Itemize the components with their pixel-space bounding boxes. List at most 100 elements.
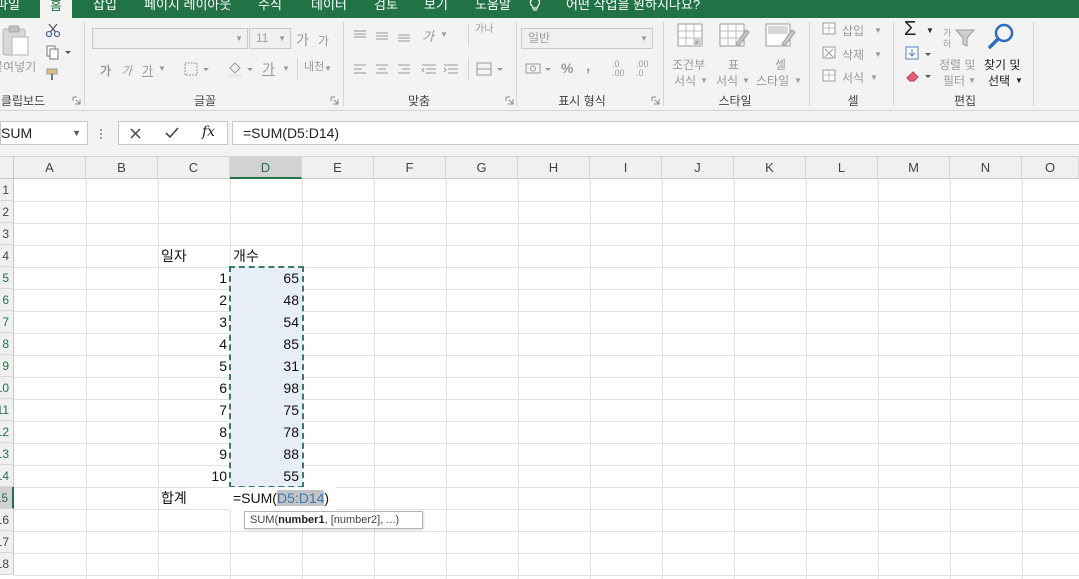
autosum-button[interactable]: Σ (904, 18, 916, 41)
row-header-12[interactable]: 12 (0, 421, 14, 443)
cell-c9[interactable]: 5 (158, 355, 230, 377)
shrink-font-button[interactable]: 가 (318, 32, 329, 49)
phonetic-button[interactable]: 내천 (304, 58, 324, 74)
wrap-text-button[interactable]: 가나 (475, 24, 493, 35)
decrease-decimal-button[interactable]: .00 .0 (636, 60, 649, 78)
delete-cells-dropdown[interactable]: ▼ (874, 50, 882, 59)
insert-cells-button[interactable]: 삽입 (842, 22, 864, 39)
format-painter-icon[interactable] (45, 66, 63, 82)
orientation-button[interactable]: 가 (422, 26, 434, 45)
paste-icon[interactable] (0, 24, 32, 58)
tab-page-layout[interactable]: 페이지 레이아웃 (144, 0, 231, 16)
column-header-o[interactable]: O (1022, 157, 1079, 179)
row-header-3[interactable]: 3 (0, 223, 14, 245)
row-header-13[interactable]: 13 (0, 443, 14, 465)
percent-style-button[interactable]: % (561, 60, 573, 76)
find-select-icon[interactable] (987, 22, 1017, 52)
cell-c14[interactable]: 10 (158, 465, 230, 487)
row-header-2[interactable]: 2 (0, 201, 14, 223)
column-header-g[interactable]: G (446, 157, 518, 179)
column-header-c[interactable]: C (158, 157, 230, 179)
column-header-e[interactable]: E (302, 157, 374, 179)
sort-filter-label-1[interactable]: 정렬 및 (939, 56, 975, 73)
font-color-button[interactable]: 가 (262, 59, 275, 79)
orientation-dropdown[interactable]: ▼ (440, 30, 448, 39)
column-header-l[interactable]: L (806, 157, 878, 179)
cell-c4[interactable]: 일자 (161, 245, 187, 267)
conditional-formatting-icon[interactable]: ≠ (676, 22, 706, 52)
cell-c7[interactable]: 3 (158, 311, 230, 333)
row-header-4[interactable]: 4 (0, 245, 14, 267)
cell-d10[interactable]: 98 (230, 377, 302, 399)
vertical-align-icons[interactable] (352, 28, 412, 44)
cell-styles-label-2[interactable]: 스타일 (756, 72, 789, 89)
tab-data[interactable]: 데이터 (311, 0, 347, 16)
borders-icon[interactable] (183, 61, 211, 77)
conditional-formatting-dropdown[interactable]: ▼ (700, 76, 708, 85)
fill-icon[interactable] (905, 46, 933, 62)
cell-styles-icon[interactable] (764, 22, 796, 52)
column-header-i[interactable]: I (590, 157, 662, 179)
delete-cells-button[interactable]: 삭제 (842, 46, 864, 63)
insert-cells-icon[interactable] (822, 22, 838, 36)
column-header-a[interactable]: A (14, 157, 86, 179)
cell-d11[interactable]: 75 (230, 399, 302, 421)
cell-c6[interactable]: 2 (158, 289, 230, 311)
fill-color-icon[interactable] (226, 60, 256, 78)
delete-cells-icon[interactable] (822, 46, 838, 60)
function-tooltip[interactable]: SUM(number1, [number2], ...) (244, 511, 423, 529)
row-header-16[interactable]: 16 (0, 509, 14, 531)
sort-filter-dropdown[interactable]: ▼ (968, 76, 976, 85)
tell-me-search[interactable]: 어떤 작업을 원하시나요? (566, 0, 700, 16)
cell-d7[interactable]: 54 (230, 311, 302, 333)
column-header-d[interactable]: D (230, 157, 302, 179)
tab-view[interactable]: 보기 (424, 0, 448, 16)
enter-check-icon[interactable] (164, 126, 180, 140)
cell-styles-label-1[interactable]: 셀 (775, 56, 786, 73)
dialog-launcher-icon[interactable] (505, 96, 514, 105)
cell-d8[interactable]: 85 (230, 333, 302, 355)
column-header-m[interactable]: M (878, 157, 950, 179)
cell-c11[interactable]: 7 (158, 399, 230, 421)
merge-center-icon[interactable] (475, 61, 505, 77)
format-as-table-label-2[interactable]: 서식 (716, 72, 738, 89)
underline-dropdown[interactable]: ▼ (158, 64, 166, 73)
tab-home[interactable]: 홈 (40, 0, 72, 18)
tab-help[interactable]: 도움말 (475, 0, 511, 16)
cell-d9[interactable]: 31 (230, 355, 302, 377)
copy-icon[interactable] (45, 44, 73, 60)
bold-button[interactable]: 가 (100, 62, 111, 79)
cell-d6[interactable]: 48 (230, 289, 302, 311)
font-name-dropdown[interactable]: ▼ (92, 28, 248, 49)
clear-icon[interactable] (905, 68, 933, 84)
formula-input[interactable]: =SUM(D5:D14) (232, 121, 1079, 145)
italic-button[interactable]: 가 (121, 62, 132, 79)
column-header-f[interactable]: F (374, 157, 446, 179)
tab-formulas[interactable]: 수식 (258, 0, 282, 16)
font-color-dropdown[interactable]: ▼ (282, 64, 290, 73)
row-header-18[interactable]: 18 (0, 553, 14, 575)
format-cells-icon[interactable] (822, 69, 838, 83)
cell-c5[interactable]: 1 (158, 267, 230, 289)
tab-file[interactable]: 파일 (0, 0, 20, 16)
cell-styles-dropdown[interactable]: ▼ (794, 76, 802, 85)
sort-filter-icon[interactable]: 가 하 (942, 26, 976, 50)
accounting-format-icon[interactable] (524, 61, 554, 77)
cell-d4[interactable]: 개수 (233, 245, 259, 267)
row-header-17[interactable]: 17 (0, 531, 14, 553)
row-header-5[interactable]: 5 (0, 267, 14, 289)
tab-review[interactable]: 검토 (374, 0, 398, 16)
column-header-k[interactable]: K (734, 157, 806, 179)
name-box-dropdown-icon[interactable]: ▼ (72, 122, 81, 144)
grow-font-button[interactable]: 가 (296, 30, 309, 50)
cell-c8[interactable]: 4 (158, 333, 230, 355)
cell-d14[interactable]: 55 (230, 465, 302, 487)
row-header-8[interactable]: 8 (0, 333, 14, 355)
column-header-h[interactable]: H (518, 157, 590, 179)
format-cells-dropdown[interactable]: ▼ (870, 73, 878, 82)
column-header-n[interactable]: N (950, 157, 1022, 179)
row-header-15[interactable]: 15 (0, 487, 14, 509)
row-header-1[interactable]: 1 (0, 179, 14, 201)
select-all-corner[interactable] (0, 157, 14, 179)
cell-d13[interactable]: 88 (230, 443, 302, 465)
